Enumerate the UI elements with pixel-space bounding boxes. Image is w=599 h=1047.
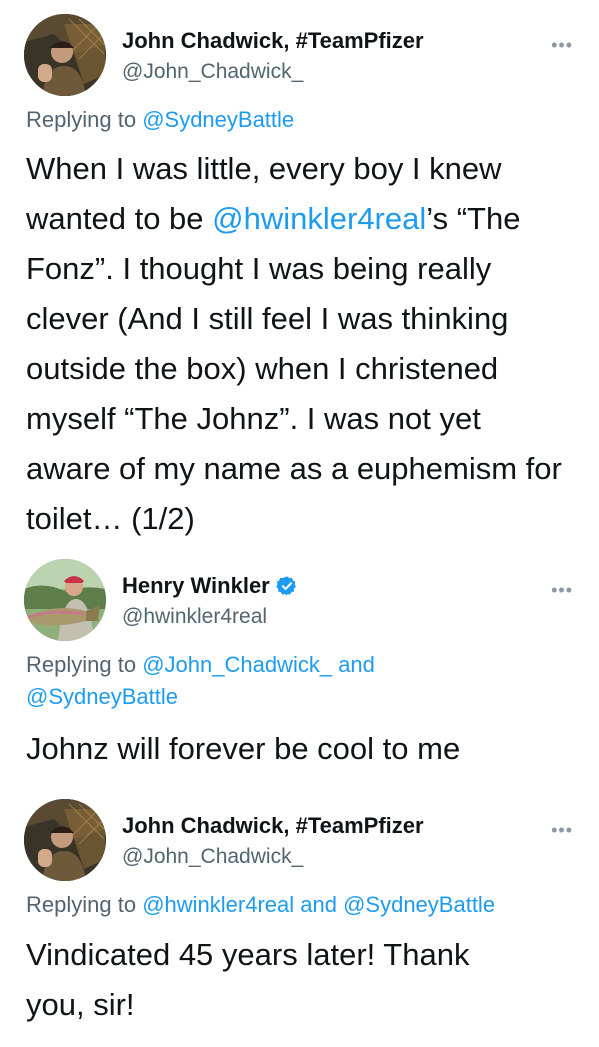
author-name[interactable]: Henry Winkler [122,573,298,599]
tweet-body: When I was little, every boy I knew want… [26,144,573,544]
tweet-1[interactable]: John Chadwick, #TeamPfizer @John_Chadwic… [0,0,599,545]
replying-to-line: Replying to @hwinkler4real and @SydneyBa… [26,889,573,921]
author-handle[interactable]: @John_Chadwick_ [122,60,303,84]
replying-to-joiner: and [332,652,375,677]
author-name[interactable]: John Chadwick, #TeamPfizer [122,813,424,839]
tweet-body: Johnz will forever be cool to me [26,724,573,774]
verified-badge-icon [276,575,298,597]
tweet-2[interactable]: Henry Winkler @hwinkler4real ••• Replyin… [0,545,599,785]
replying-to-mention[interactable]: @SydneyBattle [343,892,495,917]
replying-to-mention[interactable]: @SydneyBattle [142,107,294,132]
tweet-3[interactable]: John Chadwick, #TeamPfizer @John_Chadwic… [0,785,599,1047]
avatar[interactable] [24,14,106,96]
author-handle[interactable]: @hwinkler4real [122,605,267,629]
author-name[interactable]: John Chadwick, #TeamPfizer [122,28,424,54]
tweet-text: Vindicated 45 years later! Thank you, si… [26,937,470,1022]
replying-to-line: Replying to @SydneyBattle [26,104,573,136]
replying-to-mention[interactable]: @SydneyBattle [26,684,178,709]
author-name-text[interactable]: Henry Winkler [122,573,270,599]
replying-to-line: Replying to @John_Chadwick_ and @SydneyB… [26,649,426,713]
replying-to-label: Replying to [26,892,143,917]
replying-to-mention[interactable]: @hwinkler4real [142,892,294,917]
avatar[interactable] [24,559,106,641]
tweet-mention[interactable]: @hwinkler4real [212,201,426,236]
replying-to-label: Replying to [26,107,143,132]
tweet-body: Vindicated 45 years later! Thank you, si… [26,930,519,1030]
more-options-icon[interactable]: ••• [551,581,573,599]
replying-to-mention[interactable]: @John_Chadwick_ [142,652,332,677]
author-name-text[interactable]: John Chadwick, #TeamPfizer [122,813,424,839]
tweet-text: ’s “The Fonz”. I thought I was being rea… [26,201,562,536]
author-handle[interactable]: @John_Chadwick_ [122,845,303,869]
author-name-text[interactable]: John Chadwick, #TeamPfizer [122,28,424,54]
tweet-text: Johnz will forever be cool to me [26,731,461,766]
replying-to-joiner: and [294,892,344,917]
more-options-icon[interactable]: ••• [551,821,573,839]
more-options-icon[interactable]: ••• [551,36,573,54]
avatar[interactable] [24,799,106,881]
replying-to-label: Replying to [26,652,143,677]
